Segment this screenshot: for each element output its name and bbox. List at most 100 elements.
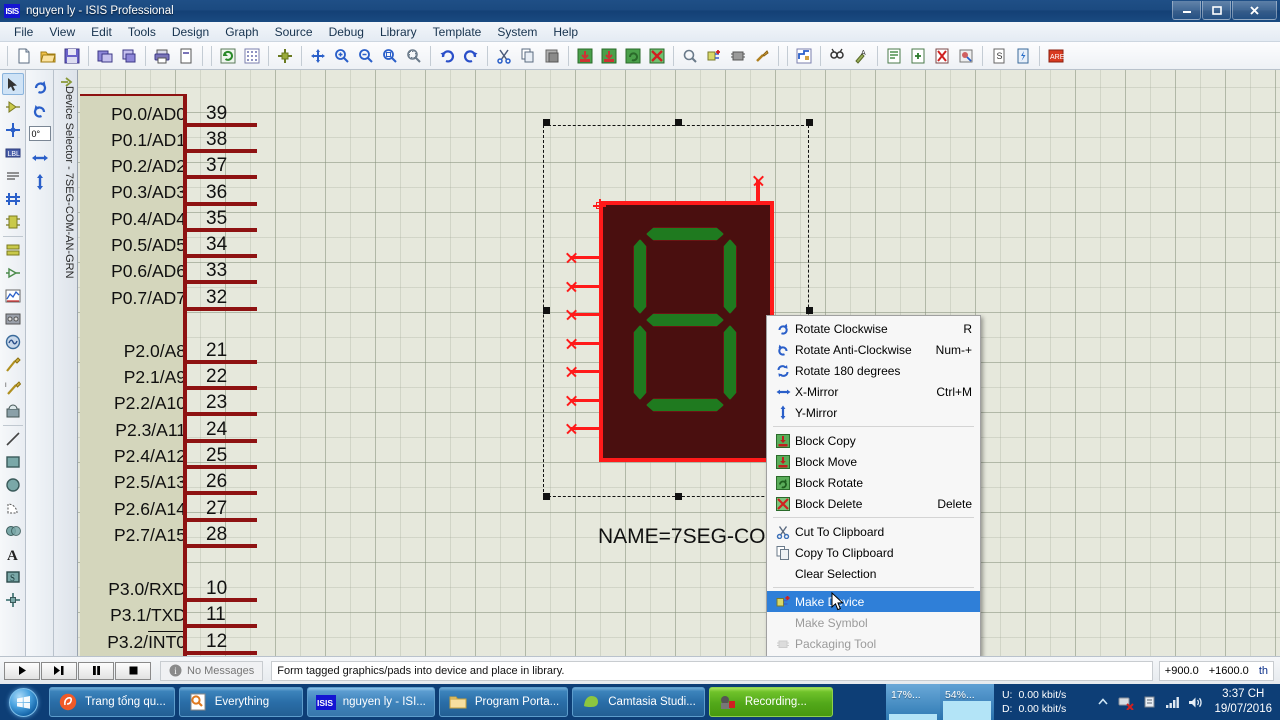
circle-tool-icon[interactable] (2, 474, 24, 496)
make-device-icon[interactable] (703, 45, 725, 67)
menu-graph[interactable]: Graph (217, 23, 266, 41)
tape-recorder-icon[interactable] (2, 308, 24, 330)
network-disconnected-icon[interactable] (1118, 694, 1135, 710)
taskbar-item-everything[interactable]: Everything (178, 687, 303, 717)
context-menu-item-rotate-anti-clockwise[interactable]: Rotate Anti-Clockwise Num-+ (767, 339, 980, 360)
pan-icon[interactable] (307, 45, 329, 67)
context-menu-item-make-device[interactable]: Make Device (767, 591, 980, 612)
remove-sheet-icon[interactable] (931, 45, 953, 67)
copy-icon[interactable] (517, 45, 539, 67)
cut-icon[interactable] (493, 45, 515, 67)
context-menu-item-rotate-clockwise[interactable]: Rotate Clockwise R (767, 318, 980, 339)
virtual-instrument-icon[interactable] (2, 400, 24, 422)
wire-label-icon[interactable]: LBL (2, 142, 24, 164)
close-button[interactable] (1232, 1, 1277, 20)
paste-icon[interactable] (541, 45, 563, 67)
block-copy-icon[interactable] (574, 45, 596, 67)
maximize-button[interactable] (1202, 1, 1231, 20)
selection-handle[interactable] (543, 307, 550, 314)
taskbar-item-camtasia[interactable]: Camtasia Studi... (572, 687, 705, 717)
selection-handle[interactable] (543, 493, 550, 500)
seven-seg-top-pin-marker[interactable] (752, 174, 765, 187)
volume-icon[interactable] (1187, 694, 1203, 710)
x-mirror-icon[interactable] (28, 146, 52, 170)
seven-seg-pin-marker[interactable] (565, 308, 578, 321)
block-move-icon[interactable] (598, 45, 620, 67)
graph-mode-icon[interactable] (2, 285, 24, 307)
menu-help[interactable]: Help (545, 23, 586, 41)
selection-mode-icon[interactable] (1, 73, 24, 95)
start-button[interactable] (1, 685, 45, 719)
component-name-label[interactable]: NAME=7SEG-CO (598, 525, 765, 549)
context-menu-item-block-move[interactable]: Block Move (767, 451, 980, 472)
memory-meter[interactable]: 54%... (939, 684, 994, 720)
device-selector-panel[interactable]: Device Selector - 7SEG-COM-AN-GRN (54, 70, 78, 656)
context-menu-item-block-copy[interactable]: Block Copy (767, 430, 980, 451)
menu-system[interactable]: System (489, 23, 545, 41)
save-icon[interactable] (61, 45, 83, 67)
generator-mode-icon[interactable] (2, 331, 24, 353)
print-area-icon[interactable] (175, 45, 197, 67)
menu-debug[interactable]: Debug (321, 23, 372, 41)
cpu-meter[interactable]: 17%... (885, 684, 940, 720)
component-origin-marker[interactable] (593, 199, 606, 212)
print-icon[interactable] (151, 45, 173, 67)
bus-icon[interactable] (2, 188, 24, 210)
context-menu-item-rotate-180-degrees[interactable]: Rotate 180 degrees (767, 360, 980, 381)
show-hidden-icons-icon[interactable] (1095, 694, 1111, 710)
taskbar-item-isis[interactable]: ISIS nguyen ly - ISI... (306, 687, 435, 717)
voltage-probe-icon[interactable] (2, 354, 24, 376)
rotation-angle-input[interactable]: 0° (28, 126, 51, 141)
zoom-sheet-icon[interactable] (955, 45, 977, 67)
signal-icon[interactable] (1164, 694, 1180, 710)
import-section-icon[interactable] (94, 45, 116, 67)
property-assignment-icon[interactable]: A (850, 45, 872, 67)
play-button[interactable] (4, 661, 40, 680)
menu-edit[interactable]: Edit (83, 23, 120, 41)
junction-dot-icon[interactable] (2, 119, 24, 141)
context-menu-item-block-rotate[interactable]: Block Rotate (767, 472, 980, 493)
undo-icon[interactable] (436, 45, 458, 67)
stop-button[interactable] (115, 661, 151, 680)
pick-device-icon[interactable] (679, 45, 701, 67)
context-menu-item-cut-to-clipboard[interactable]: Cut To Clipboard (767, 521, 980, 542)
open-folder-icon[interactable] (37, 45, 59, 67)
seven-seg-pin-marker[interactable] (565, 280, 578, 293)
context-menu-item-x-mirror[interactable]: X-Mirror Ctrl+M (767, 381, 980, 402)
current-probe-icon[interactable]: I (2, 377, 24, 399)
electrical-rules-icon[interactable] (1012, 45, 1034, 67)
bill-of-materials-icon[interactable]: S (988, 45, 1010, 67)
zoom-out-icon[interactable] (355, 45, 377, 67)
seven-segment-display[interactable] (599, 201, 774, 462)
rotate-anticlockwise-icon[interactable] (28, 99, 52, 123)
messages-indicator[interactable]: i No Messages (160, 660, 264, 681)
redo-icon[interactable] (460, 45, 482, 67)
block-delete-icon[interactable] (646, 45, 668, 67)
taskbar-clock[interactable]: 3:37 CH 19/07/2016 (1210, 687, 1280, 717)
new-sheet-icon[interactable] (907, 45, 929, 67)
arc-tool-icon[interactable] (2, 497, 24, 519)
context-menu-item-block-delete[interactable]: Block Delete Delete (767, 493, 980, 514)
menu-template[interactable]: Template (425, 23, 490, 41)
origin-icon[interactable] (274, 45, 296, 67)
component-mode-icon[interactable] (2, 96, 24, 118)
text-script-icon[interactable] (2, 165, 24, 187)
pause-button[interactable] (78, 661, 114, 680)
menu-source[interactable]: Source (267, 23, 321, 41)
search-tag-icon[interactable] (826, 45, 848, 67)
block-rotate-icon[interactable] (622, 45, 644, 67)
refresh-icon[interactable] (217, 45, 239, 67)
seven-seg-pin-marker[interactable] (565, 394, 578, 407)
device-pins-icon[interactable] (2, 262, 24, 284)
taskbar-item-program-portable[interactable]: Program Porta... (438, 687, 569, 717)
selection-handle[interactable] (806, 307, 813, 314)
action-center-icon[interactable] (1141, 694, 1157, 710)
seven-seg-pin-marker[interactable] (565, 422, 578, 435)
toggle-grid-icon[interactable] (241, 45, 263, 67)
packaging-tool-icon[interactable] (727, 45, 749, 67)
export-section-icon[interactable] (118, 45, 140, 67)
decompose-icon[interactable] (751, 45, 773, 67)
taskbar-item-recording[interactable]: Recording... (708, 687, 833, 717)
netlist-ares-icon[interactable]: ARES (1045, 45, 1067, 67)
terminals-mode-icon[interactable] (2, 239, 24, 261)
